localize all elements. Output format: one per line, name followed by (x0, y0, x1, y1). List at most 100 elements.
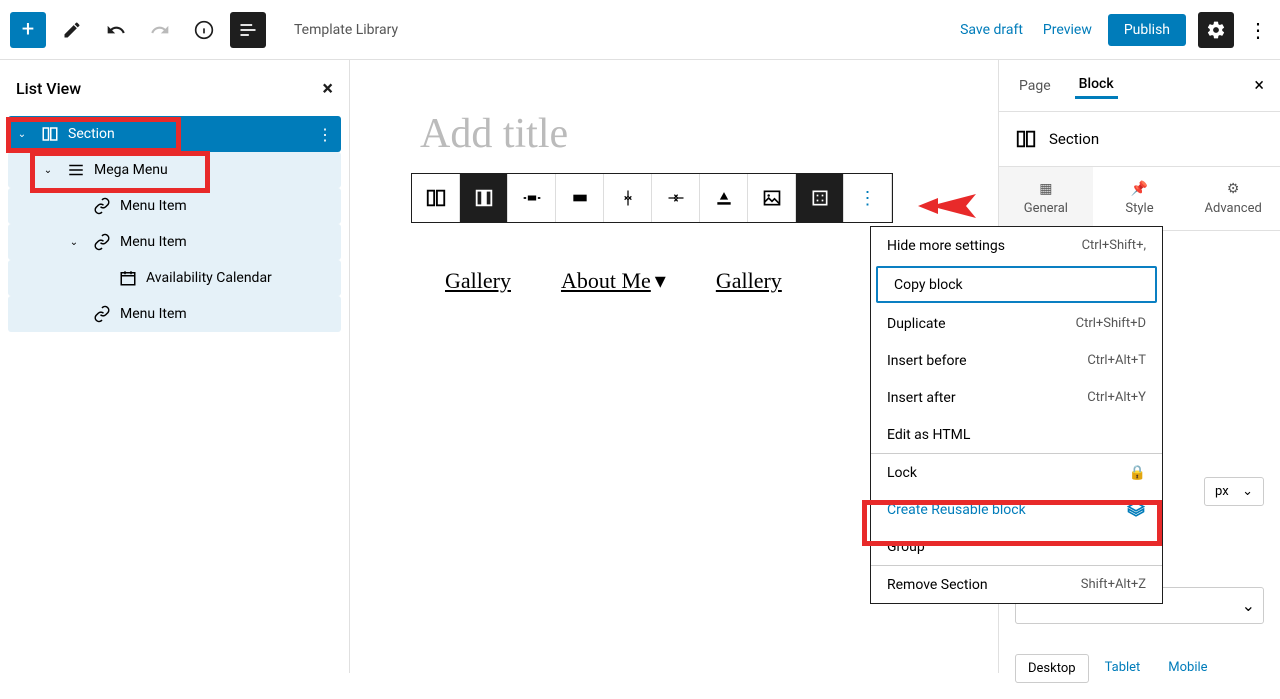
fullscreen-button[interactable] (796, 174, 844, 222)
caret-icon: ⌄ (12, 129, 32, 140)
unit-select[interactable]: px⌄ (1204, 477, 1264, 506)
tab-block[interactable]: Block (1075, 72, 1118, 99)
dropdown-item[interactable]: Insert after Ctrl+Alt+Y (871, 379, 1162, 416)
shortcut-label: Ctrl+Shift+, (1082, 238, 1146, 253)
close-sidebar-button[interactable]: × (1254, 75, 1264, 96)
shortcut-label: Ctrl+Alt+Y (1087, 390, 1146, 405)
caret-icon: ⌄ (38, 165, 58, 176)
info-button[interactable] (186, 12, 222, 48)
subtab-advanced[interactable]: ⚙Advanced (1186, 167, 1280, 230)
toolbar-left: + Template Library (10, 12, 956, 48)
tree-label: Menu Item (120, 306, 187, 322)
tree-label: Availability Calendar (146, 270, 272, 286)
dropdown-item[interactable]: Hide more settingsCtrl+Shift+, (871, 227, 1162, 264)
device-desktop[interactable]: Desktop (1015, 654, 1089, 683)
menu-icon (66, 161, 86, 179)
dropdown-item[interactable]: Lock 🔒 (871, 454, 1162, 491)
block-more-button[interactable]: ⋮ (844, 174, 892, 222)
list-view-header: List View × (0, 60, 349, 116)
preview-button[interactable]: Preview (1039, 14, 1096, 46)
list-view-title: List View (16, 79, 81, 98)
list-view-button[interactable] (230, 12, 266, 48)
dropdown-item[interactable]: Group (871, 528, 1162, 565)
settings-button[interactable] (1198, 12, 1234, 48)
align-horizontal-button[interactable] (652, 174, 700, 222)
undo-button[interactable] (98, 12, 134, 48)
tree-label: Mega Menu (94, 162, 168, 178)
list-icon (238, 20, 258, 40)
gear-icon (1206, 20, 1226, 40)
tree-row[interactable]: Menu Item (8, 296, 341, 332)
link-icon (92, 197, 112, 215)
tree-row[interactable]: ⌄ Mega Menu (8, 152, 341, 188)
menu-item-gallery[interactable]: Gallery (445, 268, 511, 294)
tree-row[interactable]: Availability Calendar (8, 260, 341, 296)
redo-button[interactable] (142, 12, 178, 48)
subtab-general[interactable]: ▦General (999, 167, 1093, 230)
device-tablet[interactable]: Tablet (1093, 654, 1153, 683)
top-toolbar: + Template Library Save draft Preview Pu… (0, 0, 1280, 60)
device-mobile[interactable]: Mobile (1156, 654, 1219, 683)
general-icon: ▦ (999, 181, 1093, 197)
calendar-icon (118, 269, 138, 287)
dropdown-label: Copy block (894, 277, 963, 293)
block-options-dropdown: Hide more settingsCtrl+Shift+, Copy block… (870, 226, 1163, 604)
close-list-view-button[interactable]: × (322, 76, 333, 100)
chevron-down-icon: ⌄ (1242, 596, 1255, 615)
dropdown-item[interactable]: Remove SectionShift+Alt+Z (871, 566, 1162, 603)
mega-menu-items: Gallery About Me Gallery + (445, 263, 938, 299)
wide-width-button[interactable] (508, 174, 556, 222)
block-toolbar: ⋮ (411, 173, 893, 223)
post-title-input[interactable]: Add title (420, 110, 938, 158)
subtab-style[interactable]: 📌Style (1093, 167, 1187, 230)
menu-item-about[interactable]: About Me (561, 268, 666, 294)
align-vertical-button[interactable] (604, 174, 652, 222)
full-width-button[interactable] (556, 174, 604, 222)
block-info: Section (999, 112, 1280, 166)
chevron-down-icon: ⌄ (1242, 484, 1253, 499)
template-library-link[interactable]: Template Library (294, 22, 398, 38)
dropdown-label: Insert after (887, 390, 956, 406)
style-icon: 📌 (1093, 181, 1187, 197)
toolbar-right: Save draft Preview Publish ⋮ (956, 12, 1270, 48)
undo-icon (106, 20, 126, 40)
tree-row[interactable]: ⌄ Section ⋮ (8, 116, 341, 152)
more-options-button[interactable]: ⋮ (1246, 18, 1270, 42)
caret-icon: ⌄ (64, 237, 84, 248)
lock-icon: 🔒 (1129, 465, 1146, 481)
row-options-button[interactable]: ⋮ (317, 125, 341, 144)
list-view-panel: List View × ⌄ Section ⋮ ⌄ Mega Menu Menu Item… (0, 60, 350, 673)
pencil-icon (62, 20, 82, 40)
info-icon (194, 20, 214, 40)
dropdown-label: Remove Section (887, 577, 988, 593)
reuse-icon (1126, 500, 1146, 520)
link-icon (92, 233, 112, 251)
dropdown-item[interactable]: DuplicateCtrl+Shift+D (871, 305, 1162, 342)
dropdown-item[interactable]: Create Reusable block (871, 491, 1162, 528)
save-draft-button[interactable]: Save draft (956, 14, 1027, 46)
tree-row[interactable]: ⌄ Menu Item (8, 224, 341, 260)
dropdown-item[interactable]: Edit as HTML (871, 416, 1162, 453)
block-name-label: Section (1049, 130, 1099, 148)
advanced-icon: ⚙ (1186, 181, 1280, 197)
tree-label: Section (68, 126, 115, 142)
dropdown-label: Lock (887, 465, 917, 481)
content-width-button[interactable] (460, 174, 508, 222)
publish-button[interactable]: Publish (1108, 14, 1186, 46)
background-color-button[interactable] (700, 174, 748, 222)
dropdown-label: Group (887, 539, 925, 555)
block-type-button[interactable] (412, 174, 460, 222)
redo-icon (150, 20, 170, 40)
add-block-button[interactable]: + (10, 12, 46, 48)
menu-item-gallery-2[interactable]: Gallery (716, 268, 782, 294)
shortcut-label: Ctrl+Shift+D (1076, 316, 1146, 331)
dropdown-label: Insert before (887, 353, 967, 369)
edit-tool-button[interactable] (54, 12, 90, 48)
section-icon (1015, 128, 1037, 150)
tree-label: Menu Item (120, 234, 187, 250)
tree-row[interactable]: Menu Item (8, 188, 341, 224)
image-button[interactable] (748, 174, 796, 222)
dropdown-item[interactable]: Copy block (876, 266, 1157, 303)
dropdown-item[interactable]: Insert beforeCtrl+Alt+T (871, 342, 1162, 379)
tab-page[interactable]: Page (1015, 74, 1055, 98)
